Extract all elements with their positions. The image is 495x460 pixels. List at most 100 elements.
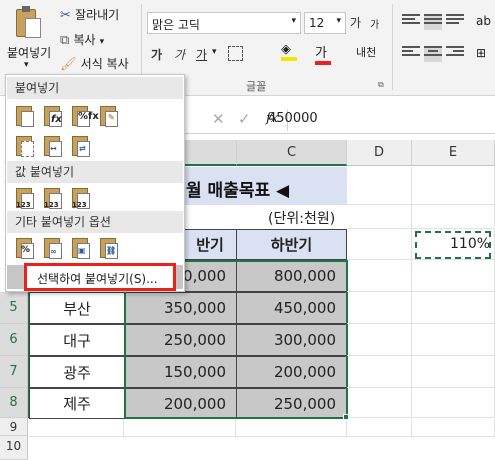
align-right-icon[interactable] xyxy=(446,46,464,62)
row-header-5[interactable]: 5 xyxy=(0,292,28,324)
header-first-half[interactable]: 반기 xyxy=(184,229,237,260)
paste-values-source-format-icon[interactable]: 123 xyxy=(70,185,92,211)
cell-d4[interactable] xyxy=(347,229,412,260)
font-size-value: 12 xyxy=(309,16,325,30)
paste-values-icon[interactable]: 123 xyxy=(14,185,36,211)
empty-cell[interactable] xyxy=(347,419,412,437)
empty-cell[interactable] xyxy=(412,260,495,292)
paste-icon[interactable] xyxy=(14,103,36,129)
decrease-font-button[interactable]: 가 xyxy=(370,16,379,31)
paste-link-icon[interactable]: ∞ xyxy=(42,235,64,261)
cancel-icon[interactable]: ✕ xyxy=(212,110,225,128)
column-header-e[interactable]: E xyxy=(412,140,495,166)
font-color-letter: 가 xyxy=(315,46,327,61)
paste-formulas-number-format-icon[interactable]: %fx xyxy=(70,103,99,129)
cell-e3[interactable] xyxy=(412,205,495,229)
header-first-half-label: 반기 xyxy=(196,236,224,254)
cell-e2[interactable] xyxy=(412,167,495,205)
paste-values-number-format-icon[interactable]: 123 xyxy=(42,185,64,211)
unit-label: (단위:천원) xyxy=(268,211,336,227)
empty-cell[interactable] xyxy=(347,356,412,388)
empty-cell[interactable] xyxy=(412,419,495,437)
empty-cell[interactable] xyxy=(124,419,236,437)
align-left-icon[interactable] xyxy=(402,46,420,62)
icon-label: 123 xyxy=(72,201,87,209)
paste-linked-picture-icon[interactable]: ⛓ xyxy=(98,235,120,261)
align-top-icon[interactable] xyxy=(402,14,420,30)
font-name-select[interactable]: 맑은 고딕 ▾ xyxy=(147,12,301,34)
paste-formulas-icon[interactable]: fx xyxy=(42,103,64,129)
row-header-6[interactable]: 6 xyxy=(0,324,28,356)
city-cell[interactable]: 대구 xyxy=(29,324,125,356)
header-second-half-label: 하반기 xyxy=(270,236,313,254)
dialog-launcher-icon[interactable]: ⧉ xyxy=(378,80,384,90)
cut-label: 잘라내기 xyxy=(75,8,120,22)
paste-formatting-icon[interactable]: % xyxy=(14,235,36,261)
brush-icon: 🖌 xyxy=(60,57,77,72)
phonetic-button[interactable]: 내천 xyxy=(356,44,376,60)
other-paste-section-header: 기타 붙여넣기 옵션 xyxy=(7,211,183,233)
empty-cell[interactable] xyxy=(412,324,495,356)
chevron-down-icon: ▾ xyxy=(336,16,341,26)
format-painter-button[interactable]: 🖌 서식 복사 xyxy=(60,55,129,72)
empty-cell[interactable] xyxy=(29,419,124,437)
italic-button[interactable]: 가 xyxy=(174,46,185,63)
row-header-10[interactable]: 10 xyxy=(0,436,28,460)
empty-cell[interactable] xyxy=(412,388,495,418)
phonetic-label: 내천 xyxy=(356,46,377,59)
paste-label: 붙여넣기 xyxy=(7,46,52,60)
cell-d2[interactable] xyxy=(347,167,412,205)
row-header-7[interactable]: 7 xyxy=(0,356,28,388)
align-bottom-icon[interactable] xyxy=(446,14,464,30)
bold-button[interactable]: 가 xyxy=(151,46,162,63)
separator xyxy=(392,4,393,90)
paste-special-item[interactable]: 선택하여 붙여넣기(S)... xyxy=(24,263,176,291)
city-cell[interactable]: 제주 xyxy=(29,388,125,419)
wrap-text-icon[interactable]: ab xyxy=(476,14,491,28)
formula-bar: ✕ ✓ fx 450000 xyxy=(184,106,495,134)
column-header-b[interactable] xyxy=(184,140,237,166)
empty-cell[interactable] xyxy=(347,260,412,292)
paste-keep-width-icon[interactable]: ↔ xyxy=(42,133,64,159)
paste-button[interactable]: 붙여넣기 ▾ xyxy=(2,2,54,74)
empty-cell[interactable] xyxy=(349,388,412,418)
formula-input[interactable]: 450000 xyxy=(268,111,318,126)
paste-no-borders-icon[interactable] xyxy=(14,133,36,159)
paste-special-label: 선택하여 붙여넣기(S)... xyxy=(37,272,158,286)
empty-cell[interactable] xyxy=(412,356,495,388)
column-header-c[interactable]: C xyxy=(237,140,347,166)
column-header-d[interactable]: D xyxy=(347,140,412,166)
row-header-9[interactable]: 9 xyxy=(0,418,28,436)
font-color-button[interactable]: 가 xyxy=(315,42,331,65)
paste-keep-source-format-icon[interactable]: ✎ xyxy=(98,103,120,129)
row-header-8[interactable]: 8 xyxy=(0,388,28,418)
empty-cell[interactable] xyxy=(347,292,412,324)
city-cell[interactable]: 광주 xyxy=(29,356,125,388)
confirm-icon[interactable]: ✓ xyxy=(238,110,251,128)
paste-section-header: 붙여넣기 xyxy=(7,77,183,99)
cut-button[interactable]: ✂ 잘라내기 xyxy=(60,6,119,23)
paste-options-menu: 붙여넣기 fx %fx ✎ ↔ ⇄ 값 붙여넣기 123 123 123 기타 … xyxy=(5,74,185,292)
merge-icon[interactable]: ⊞ xyxy=(476,46,486,60)
paste-transpose-icon[interactable]: ⇄ xyxy=(70,133,92,159)
increase-font-button[interactable]: 가 xyxy=(350,14,361,31)
copy-button[interactable]: ⧉ 복사 ▾ xyxy=(60,31,104,48)
format-painter-label: 서식 복사 xyxy=(80,57,129,71)
clipboard-icon xyxy=(16,6,42,40)
border-icon[interactable] xyxy=(228,46,243,61)
underline-button[interactable]: 가 xyxy=(196,46,207,63)
empty-cell[interactable] xyxy=(412,292,495,324)
cell-d3[interactable] xyxy=(347,205,412,229)
city-cell[interactable]: 부산 xyxy=(29,292,125,324)
copy-label: 복사 xyxy=(73,33,96,47)
fill-color-icon[interactable]: ◈ xyxy=(281,42,297,61)
font-group-label: 글꼴 xyxy=(246,80,267,93)
align-middle-icon[interactable] xyxy=(424,14,442,30)
paste-picture-icon[interactable]: ▣ xyxy=(70,235,92,261)
font-size-select[interactable]: 12 ▾ xyxy=(304,12,346,34)
font-name-value: 맑은 고딕 xyxy=(152,18,200,32)
empty-cell[interactable] xyxy=(347,324,412,356)
empty-cell[interactable] xyxy=(236,419,347,437)
align-center-icon[interactable] xyxy=(424,46,442,62)
header-second-half[interactable]: 하반기 xyxy=(236,229,347,260)
